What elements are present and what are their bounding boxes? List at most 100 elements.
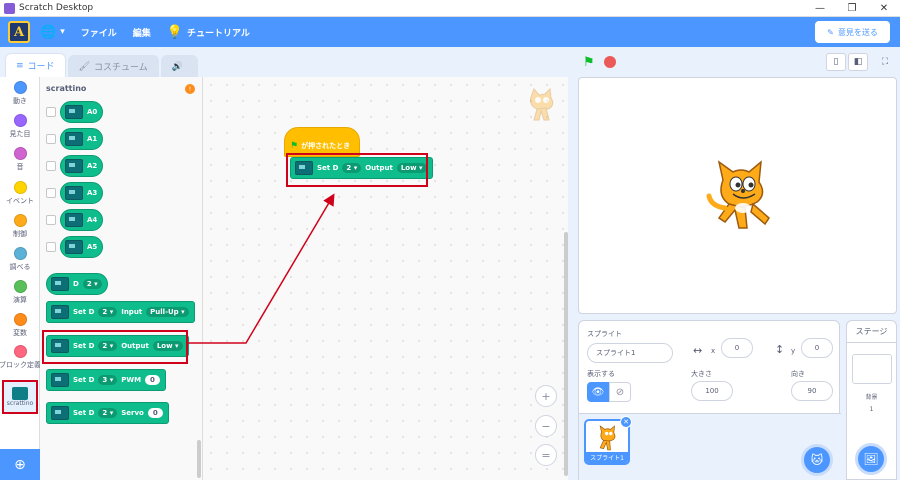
category-looks-dot [13,114,27,127]
palette-scrollbar[interactable] [197,440,201,478]
x-position-input[interactable]: 0 [721,338,753,358]
block-set-input[interactable]: Set D 2 ▾ Input Pull-Up ▾ [46,301,195,323]
add-extension-button[interactable]: ⊕ [0,449,40,480]
reporter-label: D [73,280,79,288]
mode-dropdown[interactable]: Pull-Up ▾ [146,307,189,317]
size-input[interactable]: 100 [691,381,733,401]
hide-sprite-button[interactable]: ⊘ [609,382,631,402]
script-scrollbar[interactable] [564,232,568,476]
warning-icon[interactable]: ! [185,84,195,94]
zoom-out-button[interactable]: − [535,415,557,437]
show-sprite-button[interactable]: 👁 [587,382,609,402]
backdrop-count: 1 [869,406,874,413]
menu-bar: A 🌐 ▾ ファイル 編集 💡 チュートリアル ✎ 意見を送る [0,17,900,47]
category-events[interactable]: イベント [0,181,40,206]
script-highlight-box [286,153,428,187]
maximize-button[interactable]: ❐ [836,0,868,17]
reporter-a4[interactable]: A4 [60,209,104,231]
tab-code[interactable]: ≡ コード [5,53,66,77]
zoom-in-button[interactable]: + [535,385,557,407]
script-area[interactable] [203,77,568,480]
arduino-board-icon [65,186,83,200]
tab-costumes-label: コスチューム [94,63,148,73]
pin-dropdown[interactable]: 3 ▾ [98,375,118,385]
category-operators[interactable]: 演算 [0,280,40,305]
checkbox-a1[interactable] [46,134,56,144]
speaker-icon: 🔊 [171,61,183,72]
checkbox-a3[interactable] [46,188,56,198]
minimize-button[interactable]: — [804,0,836,17]
category-variables[interactable]: 変数 [0,313,40,338]
reporter-a0[interactable]: A0 [60,101,104,123]
app-logo[interactable]: A [8,21,30,43]
pin-dropdown[interactable]: 2 ▾ [98,307,118,317]
category-sound[interactable]: 音 [0,147,40,172]
add-backdrop-button[interactable]: 🖼 [855,443,887,475]
cat-sprite[interactable] [703,156,775,238]
edit-menu[interactable]: 編集 [133,26,151,39]
pwm-value-input[interactable]: 0 [145,375,160,385]
zoom-reset-button[interactable]: = [535,444,557,466]
tab-costumes[interactable]: 🖌 コスチューム [67,55,159,77]
y-position-input[interactable]: 0 [801,338,833,358]
block-set-pwm[interactable]: Set D 3 ▾ PWM 0 [46,369,166,391]
category-control[interactable]: 制御 [0,214,40,239]
file-menu[interactable]: ファイル [81,26,117,39]
arduino-board-icon [51,406,69,420]
pin-dropdown[interactable]: 2 ▾ [98,408,118,418]
window-title: Scratch Desktop [19,3,94,13]
category-scrattino-label: scrattino [6,400,34,407]
x-label: x [711,347,716,355]
language-menu[interactable]: 🌐 ▾ [40,25,65,40]
category-motion[interactable]: 動き [0,81,40,106]
block-label: Set D [73,308,95,316]
fullscreen-button[interactable]: ⛶ [875,53,895,71]
large-stage-button[interactable]: ◧ [848,53,868,71]
add-sprite-button[interactable]: 🐱 [801,444,833,476]
small-stage-button[interactable]: ▯ [826,53,846,71]
pin-dropdown[interactable]: 2 ▾ [82,279,102,289]
checkbox-a0[interactable] [46,107,56,117]
category-looks[interactable]: 見た目 [0,114,40,139]
category-sound-dot [13,147,27,160]
checkbox-a4[interactable] [46,215,56,225]
category-my-blocks-dot [13,345,27,358]
checkbox-a2[interactable] [46,161,56,171]
reporter-digital[interactable]: D 2 ▾ [46,273,108,295]
stop-button[interactable] [604,56,616,68]
feedback-button[interactable]: ✎ 意見を送る [815,21,890,43]
stage-thumbnail[interactable] [852,354,892,384]
servo-value-input[interactable]: 0 [147,408,163,418]
arduino-board-icon [65,240,83,254]
stage-canvas[interactable] [578,77,897,314]
direction-input[interactable]: 90 [791,381,833,401]
reporter-a1[interactable]: A1 [60,128,104,150]
category-my-blocks[interactable]: ブロック定義 [0,345,41,370]
checkbox-a5[interactable] [46,242,56,252]
x-arrow-icon: ↔ [693,344,703,357]
green-flag-button[interactable]: ⚑ [583,55,595,70]
tab-sounds[interactable]: 🔊 [160,55,198,77]
category-menu: 動き 見た目 音 イベント 制御 調べる 演算 変数 ブロック定義 scratt… [0,77,41,449]
category-looks-label: 見た目 [9,130,31,138]
close-button[interactable]: ✕ [868,0,900,17]
category-scrattino[interactable]: scrattino [2,380,38,414]
sprite-info: スプライト スプライト1 ↔ x 0 ↕ y 0 表示する 👁 ⊘ 大きさ 10… [579,321,841,413]
stage-selector[interactable]: ステージ 背景 1 🖼 [846,320,897,480]
reporter-a3[interactable]: A3 [60,182,104,204]
block-set-servo[interactable]: Set D 2 ▾ Servo 0 [46,402,169,424]
category-operators-label: 演算 [13,296,27,304]
tutorial-menu[interactable]: 💡 チュートリアル [167,25,250,40]
cat-add-icon: 🐱 [810,453,824,467]
delete-sprite-icon[interactable]: ✕ [620,416,632,428]
sprite-name-input[interactable]: スプライト1 [587,343,673,363]
reporter-a5[interactable]: A5 [60,236,104,258]
palette-title: scrattino [46,84,87,93]
image-add-icon: 🖼 [863,452,879,466]
category-sensing[interactable]: 調べる [0,247,40,272]
arduino-board-icon [12,387,28,400]
arduino-board-icon [65,159,83,173]
category-events-dot [13,181,27,194]
backdrop-label: 背景 [865,394,878,401]
reporter-a2[interactable]: A2 [60,155,104,177]
